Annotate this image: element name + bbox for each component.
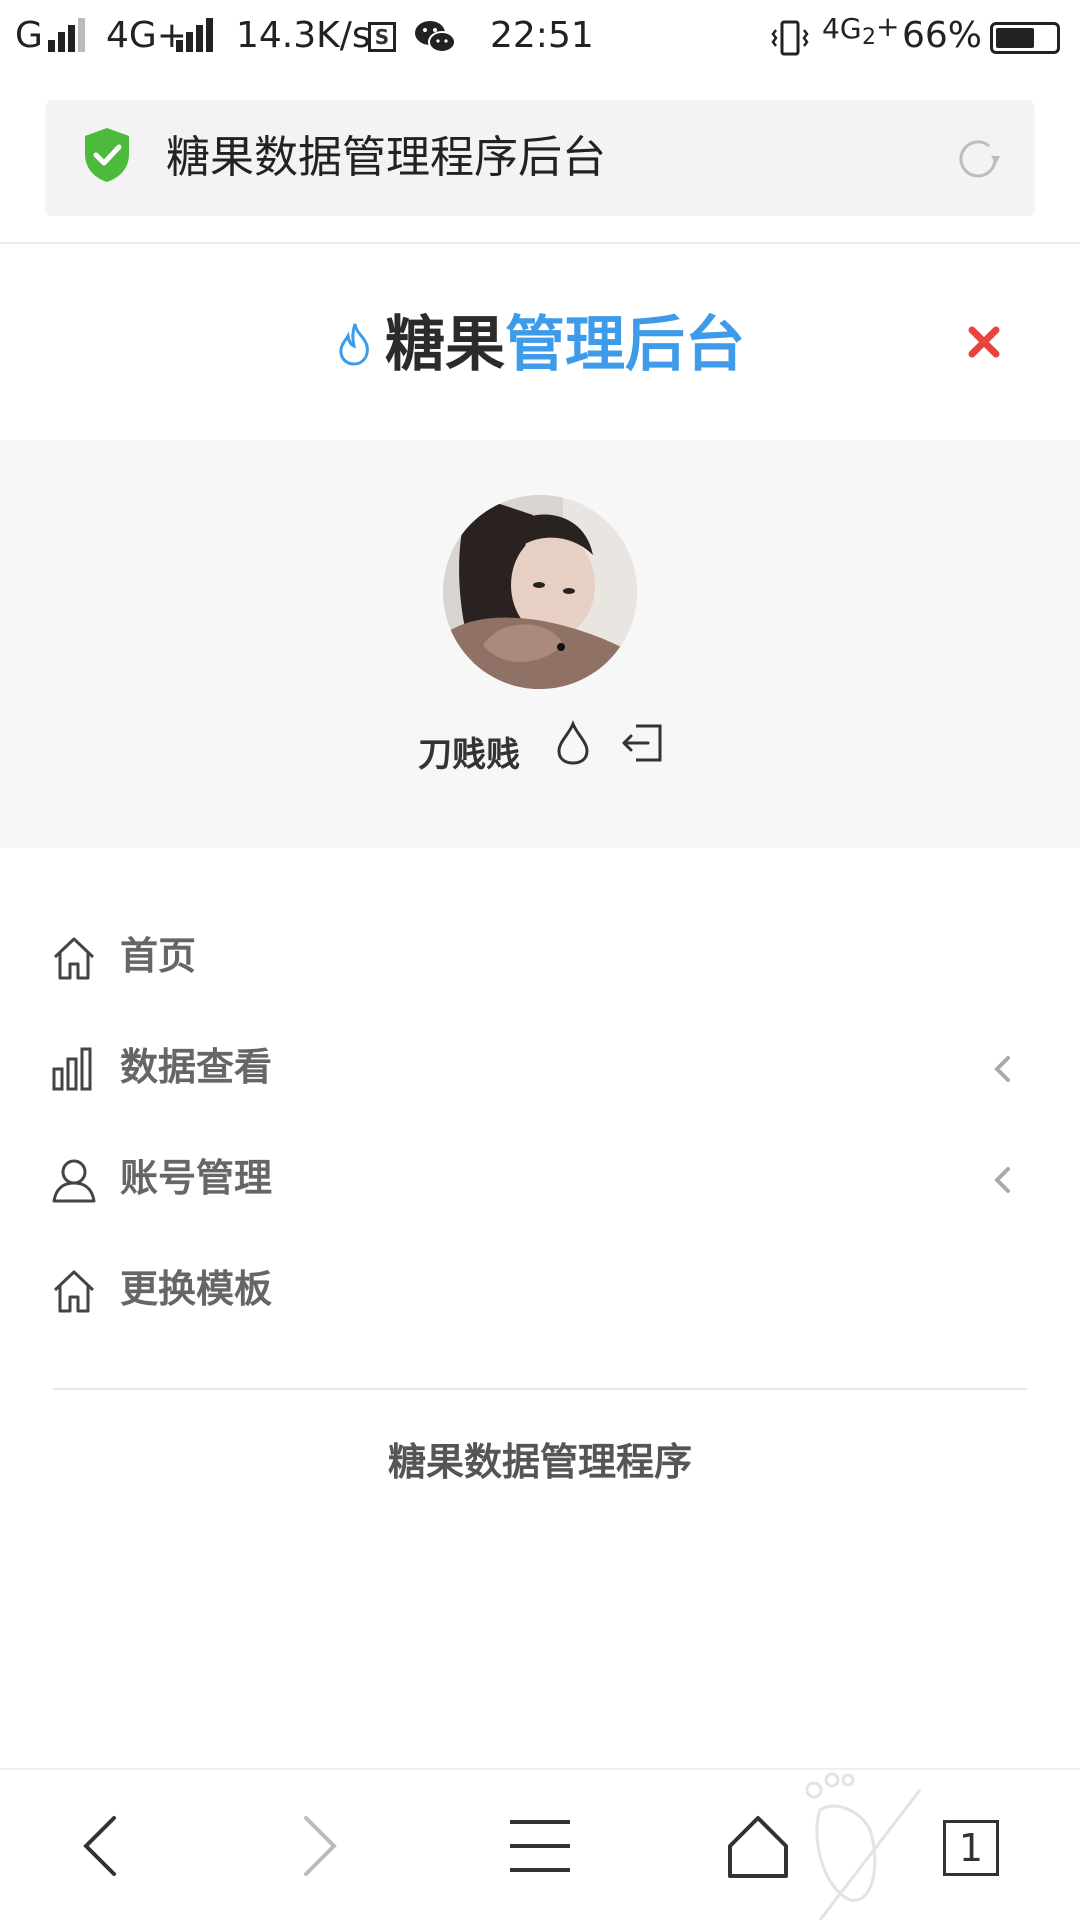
back-icon[interactable] [70, 1770, 130, 1922]
net-speed: 14.3K/s [236, 15, 371, 56]
footprint-watermark-icon [805, 1772, 922, 1920]
vibrate-icon [771, 20, 809, 56]
user-icon [52, 1159, 96, 1203]
username: 刀贱贱 [418, 735, 520, 775]
menu-label: 账号管理 [120, 1156, 273, 1200]
header-title-part1: 糖果 [385, 310, 505, 380]
browser-bottom-nav: 1 [0, 1768, 1080, 1922]
network-plus: + [876, 10, 900, 43]
flame-icon [339, 323, 369, 366]
battery-icon [990, 22, 1060, 54]
divider [0, 242, 1080, 244]
profile-panel: 刀贱贱 [0, 440, 1080, 848]
drop-icon[interactable] [553, 718, 593, 766]
menu-label: 首页 [120, 934, 197, 978]
avatar[interactable] [443, 495, 637, 689]
carrier-label-2: 4G+ [106, 15, 187, 56]
avatar-image [443, 495, 637, 689]
shield-check-icon [85, 128, 129, 182]
home-icon [53, 937, 95, 980]
logout-icon[interactable] [618, 720, 666, 766]
menu-item-template[interactable]: 更换模板 [0, 1239, 1080, 1339]
admin-header: 糖果管理后台 [0, 305, 1080, 385]
carrier-label-1: G [15, 15, 43, 56]
network-type: 4G [822, 12, 862, 45]
close-icon[interactable] [966, 324, 1002, 360]
network-sim: 2 [862, 25, 876, 50]
wechat-icon [415, 21, 456, 53]
home-icon [53, 1270, 95, 1313]
menu-divider [53, 1388, 1027, 1390]
status-bar: G 4G+ 14.3K/s S 22:51 4G 2 + 66% [0, 0, 1080, 76]
menu-item-data[interactable]: 数据查看 [0, 1017, 1080, 1117]
battery-percent: 66% [902, 15, 983, 56]
menu-item-home[interactable]: 首页 [0, 906, 1080, 1006]
address-bar[interactable]: 糖果数据管理程序后台 [45, 100, 1035, 216]
home-icon[interactable] [725, 1770, 791, 1922]
header-title-part2: 管理后台 [505, 310, 745, 380]
menu-label: 更换模板 [120, 1267, 273, 1311]
reload-icon[interactable] [953, 134, 1003, 184]
chevron-left-icon [994, 1167, 1010, 1193]
signal-icon [48, 18, 88, 52]
bar-chart-icon [52, 1047, 92, 1091]
footer-text: 糖果数据管理程序 [387, 1440, 692, 1484]
tabs-button[interactable]: 1 [943, 1820, 999, 1876]
clock: 22:51 [490, 15, 594, 56]
forward-icon[interactable] [290, 1770, 350, 1922]
s-app-icon: S [368, 22, 396, 52]
chevron-left-icon [994, 1056, 1010, 1082]
page-title: 糖果数据管理程序后台 [166, 132, 606, 183]
signal-icon [176, 18, 216, 52]
menu-label: 数据查看 [120, 1045, 273, 1089]
menu-icon[interactable] [505, 1770, 575, 1922]
menu-item-account[interactable]: 账号管理 [0, 1128, 1080, 1228]
